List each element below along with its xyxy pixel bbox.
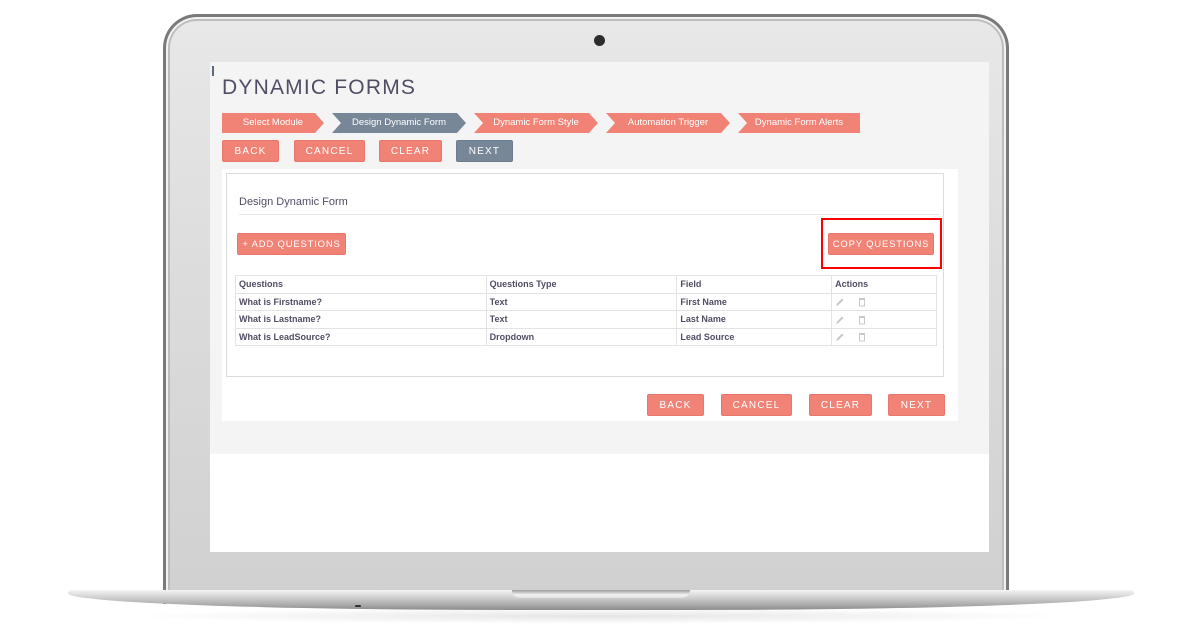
questions-table: Questions Questions Type Field Actions W…	[235, 275, 937, 346]
delete-icon[interactable]	[857, 332, 867, 342]
panel-divider	[239, 214, 939, 215]
field-cell: Last Name	[676, 310, 833, 329]
step-design-dynamic-form[interactable]: Design Dynamic Form	[332, 113, 466, 133]
laptop-shadow	[120, 608, 1080, 624]
header-field: Field	[676, 275, 833, 294]
type-cell: Text	[485, 292, 678, 311]
table-row: What is Firstname? Text First Name	[235, 292, 937, 311]
cancel-button-top[interactable]: CANCEL	[294, 140, 365, 162]
laptop-screen: DYNAMIC FORMS Select Module Design Dynam…	[210, 62, 989, 552]
panel-container: Design Dynamic Form + ADD QUESTIONS COPY…	[222, 169, 958, 421]
step-select-module[interactable]: Select Module	[222, 113, 324, 133]
question-cell: What is LeadSource?	[235, 327, 487, 346]
actions-cell	[831, 292, 937, 311]
back-button-bottom[interactable]: BACK	[647, 394, 704, 416]
clear-button-top[interactable]: CLEAR	[379, 140, 442, 162]
question-cell: What is Firstname?	[235, 292, 487, 311]
edit-icon[interactable]	[835, 315, 845, 325]
header-questions-type: Questions Type	[485, 275, 678, 294]
table-row: What is LeadSource? Dropdown Lead Source	[235, 327, 937, 346]
add-questions-button[interactable]: + ADD QUESTIONS	[237, 233, 346, 255]
question-cell: What is Lastname?	[235, 310, 487, 329]
wizard-steps: Select Module Design Dynamic Form Dynami…	[222, 113, 868, 133]
next-button-top[interactable]: NEXT	[456, 140, 513, 162]
panel-title: Design Dynamic Form	[239, 196, 348, 208]
delete-icon[interactable]	[857, 297, 867, 307]
copy-questions-button[interactable]: COPY QUESTIONS	[828, 233, 934, 255]
webcam-icon	[594, 35, 605, 46]
back-button-top[interactable]: BACK	[222, 140, 279, 162]
next-button-bottom[interactable]: NEXT	[888, 394, 945, 416]
field-cell: First Name	[676, 292, 833, 311]
edit-icon[interactable]	[835, 297, 845, 307]
step-dynamic-form-alerts[interactable]: Dynamic Form Alerts	[738, 113, 860, 133]
step-automation-trigger[interactable]: Automation Trigger	[606, 113, 730, 133]
design-form-panel: Design Dynamic Form + ADD QUESTIONS COPY…	[226, 173, 944, 377]
type-cell: Dropdown	[485, 327, 678, 346]
type-cell: Text	[485, 310, 678, 329]
clear-button-bottom[interactable]: CLEAR	[809, 394, 872, 416]
actions-cell	[831, 310, 937, 329]
table-header-row: Questions Questions Type Field Actions	[235, 275, 937, 294]
cancel-button-bottom[interactable]: CANCEL	[721, 394, 792, 416]
text-cursor	[212, 66, 214, 76]
laptop-indicator	[355, 605, 361, 607]
step-dynamic-form-style[interactable]: Dynamic Form Style	[474, 113, 598, 133]
header-questions: Questions	[235, 275, 487, 294]
actions-cell	[831, 327, 937, 346]
page-title: DYNAMIC FORMS	[222, 76, 417, 99]
page-content: DYNAMIC FORMS Select Module Design Dynam…	[210, 62, 989, 454]
laptop-notch	[512, 590, 690, 598]
edit-icon[interactable]	[835, 332, 845, 342]
table-row: What is Lastname? Text Last Name	[235, 310, 937, 329]
header-actions: Actions	[831, 275, 937, 294]
field-cell: Lead Source	[676, 327, 833, 346]
delete-icon[interactable]	[857, 315, 867, 325]
